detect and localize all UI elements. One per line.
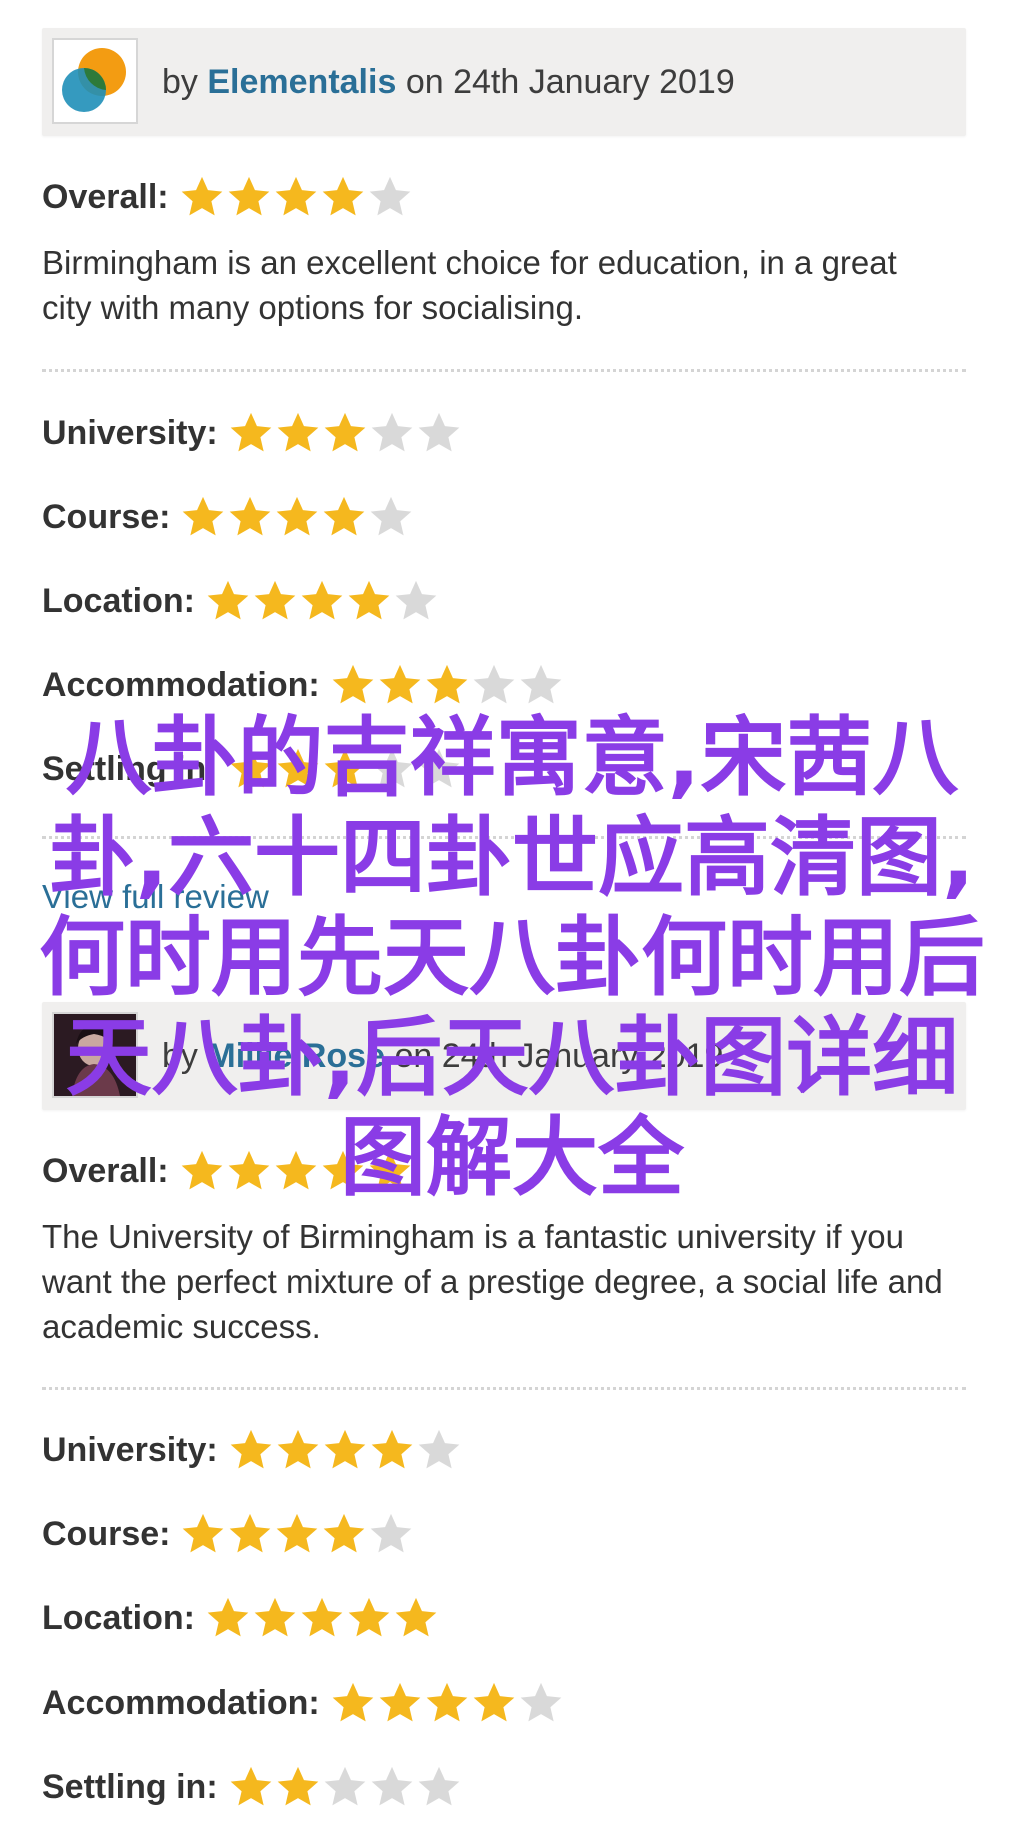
star-filled-icon [230,1766,271,1806]
star-filled-icon [277,1766,318,1806]
avatar-logo-icon [62,48,126,112]
star-filled-icon [277,1513,318,1553]
star-filled-icon [301,580,343,620]
rating-row-course: Course: [42,1504,415,1564]
rating-label: University: [42,1430,218,1469]
star-filled-icon [395,1597,437,1637]
star-rating [205,578,440,624]
star-filled-icon [230,1513,271,1553]
rating-row-location: Location: [42,571,440,631]
star-filled-icon [277,1429,319,1469]
star-filled-icon [230,412,272,452]
rating-label: Course: [42,497,171,536]
star-rating [228,410,463,456]
star-rating [228,1427,463,1473]
overall-rating-row: Overall: [42,167,414,227]
rating-row-accommodation: Accommodation: [42,655,565,715]
rating-label: Accommodation: [42,1683,320,1722]
star-filled-icon [207,580,249,620]
review-header: by Elementalis on 24th January 2019 [42,28,966,136]
star-empty-icon [418,1429,460,1469]
star-rating [330,1680,565,1726]
star-empty-icon [418,412,460,452]
review-byline: by Elementalis on 24th January 2019 [162,28,735,136]
rating-label: Course: [42,1514,171,1553]
star-filled-icon [301,1597,343,1637]
star-filled-icon [324,496,365,536]
star-filled-icon [324,1513,365,1553]
rating-row-university: University: [42,1420,463,1480]
review-text: Birmingham is an excellent choice for ed… [42,244,897,326]
star-filled-icon [332,664,374,704]
star-rating [330,662,565,708]
rating-row-accommodation: Accommodation: [42,1673,565,1733]
star-filled-icon [230,1429,272,1469]
star-empty-icon [418,1766,459,1806]
star-filled-icon [348,580,390,620]
star-filled-icon [275,176,316,216]
rating-row-course: Course: [42,487,415,547]
rating-row-settling-in: Settling in: [42,1757,463,1817]
star-empty-icon [371,412,413,452]
star-filled-icon [426,1682,468,1722]
star-filled-icon [254,1597,296,1637]
star-empty-icon [371,496,412,536]
overlay-caption: 八卦的吉祥寓意,宋茜八卦,六十四卦世应高清图,何时用先天八卦何时用后天八卦,后天… [39,708,985,1208]
star-filled-icon [324,412,366,452]
divider [42,1387,966,1390]
star-empty-icon [371,1766,412,1806]
review-text: The University of Birmingham is a fantas… [42,1218,943,1345]
star-empty-icon [369,176,410,216]
rating-label: Accommodation: [42,665,320,704]
star-empty-icon [324,1766,365,1806]
star-filled-icon [207,1597,249,1637]
star-rating [180,1511,415,1557]
rating-label: Location: [42,1598,195,1637]
star-rating [179,174,414,220]
star-filled-icon [228,176,269,216]
rating-label: Settling in: [42,1767,218,1806]
star-empty-icon [520,664,562,704]
star-filled-icon [426,664,468,704]
star-filled-icon [277,496,318,536]
star-filled-icon [277,412,319,452]
by-prefix: by [162,63,198,101]
star-filled-icon [332,1682,374,1722]
review-date: on 24th January 2019 [405,63,735,101]
star-filled-icon [379,664,421,704]
star-rating [205,1595,440,1641]
divider [42,369,966,372]
rating-row-location: Location: [42,1588,440,1648]
star-rating [228,1764,463,1810]
rating-label: Location: [42,581,195,620]
rating-row-university: University: [42,403,463,463]
star-empty-icon [473,664,515,704]
overall-label: Overall: [42,177,169,216]
star-filled-icon [473,1682,515,1722]
star-empty-icon [520,1682,562,1722]
star-filled-icon [254,580,296,620]
author-link[interactable]: Elementalis [207,63,396,101]
star-filled-icon [348,1597,390,1637]
star-empty-icon [395,580,437,620]
star-filled-icon [324,1429,366,1469]
star-filled-icon [181,176,222,216]
star-filled-icon [183,1513,224,1553]
rating-label: University: [42,413,218,452]
star-filled-icon [322,176,363,216]
star-filled-icon [230,496,271,536]
author-avatar[interactable] [52,38,138,124]
star-filled-icon [371,1429,413,1469]
star-filled-icon [379,1682,421,1722]
star-empty-icon [371,1513,412,1553]
star-filled-icon [183,496,224,536]
star-rating [180,494,415,540]
